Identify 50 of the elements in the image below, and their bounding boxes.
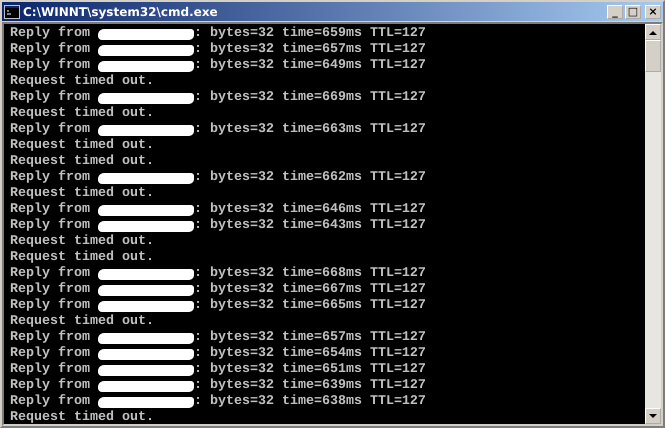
ping-result: : bytes=32 time=638ms TTL=127 [194,394,426,410]
reply-label: Reply from [10,282,91,298]
ping-result: : bytes=32 time=654ms TTL=127 [194,346,426,362]
timeout-message: Request timed out. [10,410,154,424]
console-icon [4,4,20,18]
minimize-button[interactable]: _ [607,4,623,18]
reply-label: Reply from [10,346,91,362]
close-button[interactable]: × [645,4,661,18]
ping-result: : bytes=32 time=669ms TTL=127 [194,90,426,106]
reply-label: Reply from [10,42,91,58]
timeout-message: Request timed out. [10,138,154,154]
timeout-message: Request timed out. [10,234,154,250]
scroll-up-icon[interactable] [645,24,661,40]
timeout-message: Request timed out. [10,106,154,122]
ping-result: : bytes=32 time=646ms TTL=127 [194,202,426,218]
scrollbar[interactable] [645,24,661,424]
reply-label: Reply from [10,26,91,42]
reply-label: Reply from [10,266,91,282]
ping-result: : bytes=32 time=639ms TTL=127 [194,378,426,394]
ping-result: : bytes=32 time=649ms TTL=127 [194,58,426,74]
ping-result: : bytes=32 time=657ms TTL=127 [194,42,426,58]
reply-label: Reply from [10,330,91,346]
maximize-button[interactable]: □ [625,4,641,18]
ping-result: : bytes=32 time=643ms TTL=127 [194,218,426,234]
ping-result: : bytes=32 time=662ms TTL=127 [194,170,426,186]
timeout-message: Request timed out. [10,314,154,330]
reply-label: Reply from [10,218,91,234]
timeout-message: Request timed out. [10,154,154,170]
ping-result: : bytes=32 time=657ms TTL=127 [194,330,426,346]
ping-result: : bytes=32 time=663ms TTL=127 [194,122,426,138]
reply-label: Reply from [10,298,91,314]
ping-result: : bytes=32 time=665ms TTL=127 [194,298,426,314]
ping-result: : bytes=32 time=668ms TTL=127 [194,266,426,282]
reply-label: Reply from [10,362,91,378]
window-title: C:\WINNT\system32\cmd.exe [23,4,218,18]
reply-label: Reply from [10,378,91,394]
scroll-thumb[interactable] [645,40,661,72]
timeout-message: Request timed out. [10,186,154,202]
reply-label: Reply from [10,90,91,106]
ping-result: : bytes=32 time=659ms TTL=127 [194,26,426,42]
reply-label: Reply from [10,202,91,218]
reply-label: Reply from [10,58,91,74]
ping-result: : bytes=32 time=651ms TTL=127 [194,362,426,378]
timeout-message: Request timed out. [10,250,154,266]
scroll-down-icon[interactable] [645,408,661,424]
reply-label: Reply from [10,394,91,410]
ping-result: : bytes=32 time=667ms TTL=127 [194,282,426,298]
reply-label: Reply from [10,122,91,138]
reply-label: Reply from [10,170,91,186]
timeout-message: Request timed out. [10,74,154,90]
